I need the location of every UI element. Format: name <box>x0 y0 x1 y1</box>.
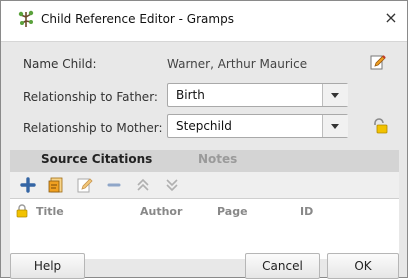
move-down-icon[interactable] <box>163 176 181 194</box>
chevron-down-icon[interactable] <box>322 84 348 106</box>
share-existing-icon[interactable] <box>47 176 65 194</box>
column-header-id[interactable]: ID <box>300 205 313 218</box>
remove-icon[interactable] <box>105 176 123 194</box>
title-bar: Child Reference Editor - Gramps × <box>1 1 407 42</box>
father-relationship-select[interactable]: Birth <box>167 83 348 107</box>
tab-bar: Source Citations Notes <box>10 150 399 172</box>
name-child-value: Warner, Arthur Maurice <box>167 57 308 71</box>
father-relationship-label: Relationship to Father: <box>23 90 158 104</box>
tab-source-citations[interactable]: Source Citations <box>41 152 152 166</box>
privacy-lock-icon[interactable] <box>371 117 389 138</box>
ok-button[interactable]: OK <box>327 253 399 279</box>
move-up-icon[interactable] <box>134 176 152 194</box>
father-relationship-value: Birth <box>176 88 205 102</box>
mother-relationship-select[interactable]: Stepchild <box>167 114 348 138</box>
mother-relationship-value: Stepchild <box>176 119 232 133</box>
edit-person-icon[interactable] <box>369 53 387 74</box>
citations-toolbar <box>10 172 399 198</box>
cancel-button[interactable]: Cancel <box>245 253 320 279</box>
column-header-author[interactable]: Author <box>140 205 182 218</box>
chevron-down-icon[interactable] <box>322 115 348 137</box>
column-header-title[interactable]: Title <box>36 205 64 218</box>
close-button[interactable]: × <box>382 9 400 27</box>
name-child-label: Name Child: <box>23 57 97 71</box>
window-title: Child Reference Editor - Gramps <box>41 12 234 26</box>
private-lock-icon <box>16 204 28 221</box>
edit-icon[interactable] <box>76 176 94 194</box>
tab-notes[interactable]: Notes <box>198 152 237 166</box>
citations-table: Title Author Page ID <box>10 198 399 259</box>
gramps-app-icon <box>17 9 35 32</box>
column-header-page[interactable]: Page <box>217 205 248 218</box>
child-reference-editor-window: Child Reference Editor - Gramps × Name C… <box>0 0 408 279</box>
mother-relationship-label: Relationship to Mother: <box>23 121 163 135</box>
add-icon[interactable] <box>19 176 37 194</box>
help-button[interactable]: Help <box>10 253 85 279</box>
